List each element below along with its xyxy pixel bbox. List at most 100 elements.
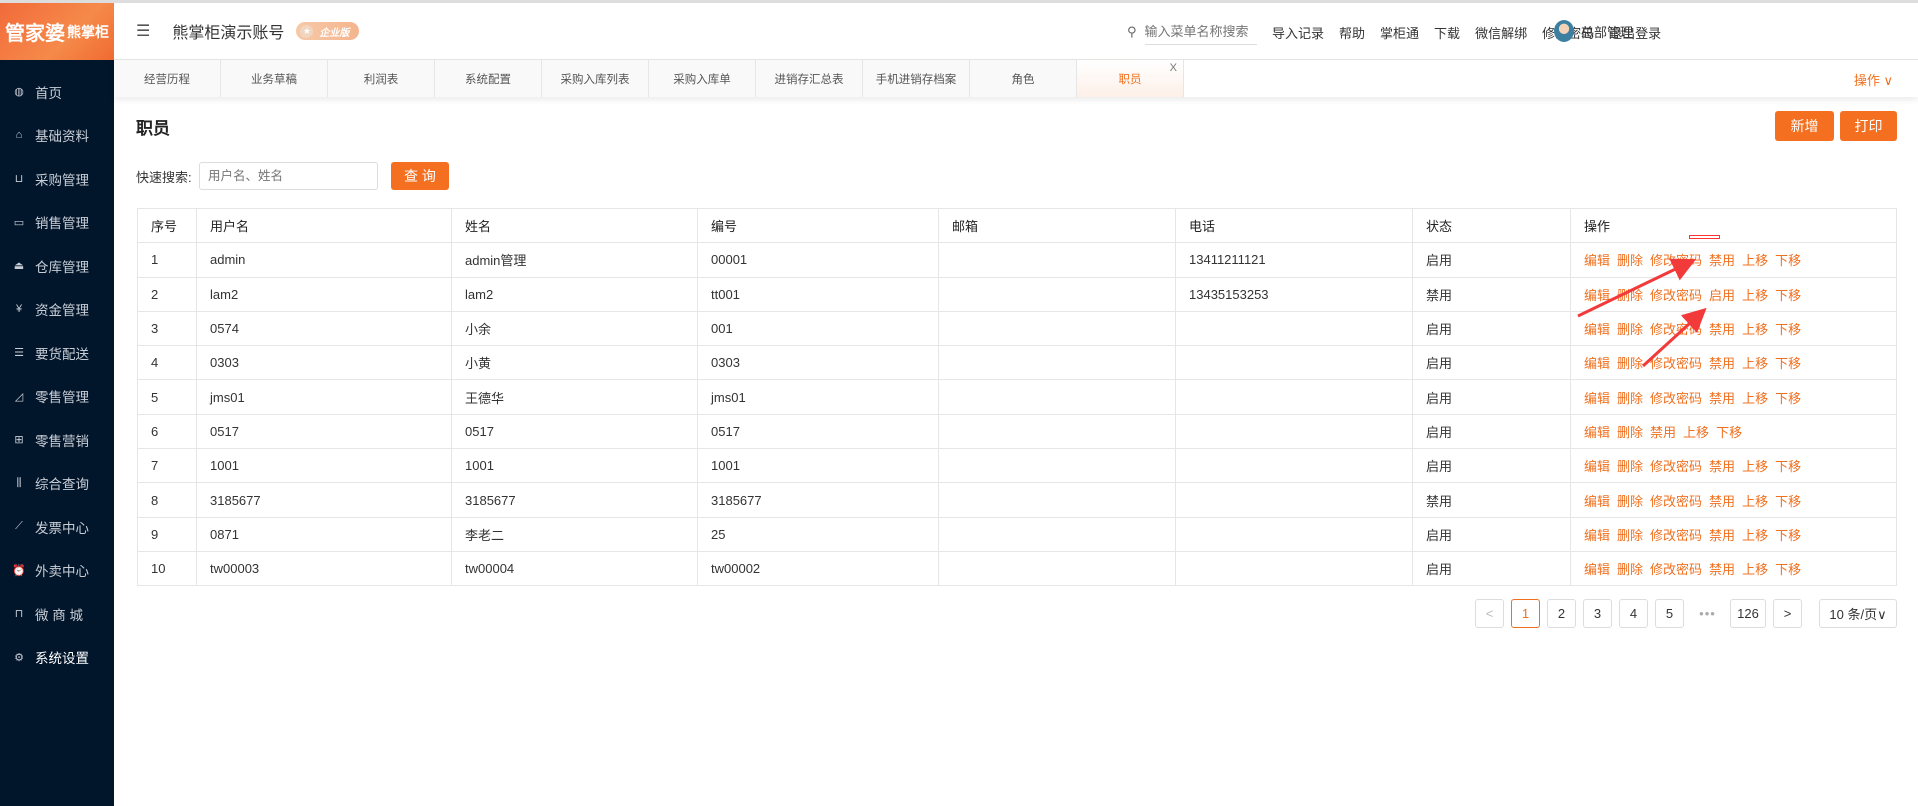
action-link[interactable]: 修改密码 [1650, 356, 1702, 371]
action-link[interactable]: 编辑 [1584, 528, 1610, 543]
action-link[interactable]: 删除 [1617, 356, 1643, 371]
query-button[interactable]: 查 询 [391, 162, 449, 190]
sidebar-item[interactable]: ◍ 首页 [0, 70, 114, 114]
tab[interactable]: 角色 [970, 60, 1077, 97]
action-link[interactable]: 下移 [1775, 391, 1801, 406]
sidebar-item[interactable]: ◿ 零售管理 [0, 375, 114, 419]
action-link[interactable]: 删除 [1617, 288, 1643, 303]
action-link[interactable]: 编辑 [1584, 356, 1610, 371]
action-link[interactable]: 修改密码 [1650, 528, 1702, 543]
sidebar-item[interactable]: ⌂ 基础资料 [0, 114, 114, 158]
header-link[interactable]: 帮助 [1339, 23, 1365, 42]
action-link[interactable]: 下移 [1775, 562, 1801, 577]
action-link[interactable]: 禁用 [1709, 356, 1735, 371]
close-tab-icon[interactable]: X [1170, 62, 1177, 74]
header-link[interactable]: 导入记录 [1272, 23, 1324, 42]
tab[interactable]: 业务草稿 [221, 60, 328, 97]
page-size-select[interactable]: 10 条/页∨ [1819, 599, 1897, 628]
action-link[interactable]: 修改密码 [1650, 391, 1702, 406]
sidebar-item[interactable]: ⏰ 外卖中心 [0, 549, 114, 593]
add-button[interactable]: 新增 [1775, 111, 1834, 141]
action-link[interactable]: 修改密码 [1650, 494, 1702, 509]
action-link[interactable]: 禁用 [1709, 391, 1735, 406]
action-link[interactable]: 上移 [1742, 494, 1768, 509]
action-link[interactable]: 禁用 [1709, 253, 1735, 268]
action-link[interactable]: 上移 [1742, 253, 1768, 268]
action-link[interactable]: 编辑 [1584, 494, 1610, 509]
tab[interactable]: 利润表 [328, 60, 435, 97]
tab[interactable]: 进销存汇总表 [756, 60, 863, 97]
action-link[interactable]: 上移 [1742, 288, 1768, 303]
action-link[interactable]: 下移 [1716, 425, 1742, 440]
action-link[interactable]: 下移 [1775, 322, 1801, 337]
page-button[interactable]: 5 [1655, 599, 1684, 628]
page-button[interactable]: 126 [1730, 599, 1766, 628]
tab[interactable]: 采购入库列表 [542, 60, 649, 97]
sidebar-item[interactable]: ⊞ 零售营销 [0, 418, 114, 462]
action-link[interactable]: 禁用 [1709, 528, 1735, 543]
action-link[interactable]: 删除 [1617, 494, 1643, 509]
prev-page-button[interactable]: < [1475, 599, 1504, 628]
pagination-ellipsis[interactable]: ••• [1691, 606, 1724, 621]
action-link[interactable]: 下移 [1775, 253, 1801, 268]
logo[interactable]: 管家婆 熊掌柜 [0, 3, 114, 60]
action-link[interactable]: 修改密码 [1650, 562, 1702, 577]
action-link[interactable]: 删除 [1617, 528, 1643, 543]
action-link[interactable]: 编辑 [1584, 322, 1610, 337]
action-link[interactable]: 修改密码 [1650, 322, 1702, 337]
quick-search-input[interactable] [199, 162, 378, 190]
action-link[interactable]: 修改密码 [1650, 459, 1702, 474]
action-link[interactable]: 下移 [1775, 494, 1801, 509]
sidebar-item[interactable]: ☰ 要货配送 [0, 331, 114, 375]
action-link[interactable]: 编辑 [1584, 425, 1610, 440]
user-menu[interactable]: 总部管理 [1554, 20, 1633, 42]
action-link[interactable]: 禁用 [1709, 562, 1735, 577]
action-link[interactable]: 删除 [1617, 562, 1643, 577]
sidebar-item[interactable]: ⫼ 综合查询 [0, 462, 114, 506]
tab[interactable]: 经营历程 [114, 60, 221, 97]
action-link[interactable]: 下移 [1775, 528, 1801, 543]
page-button[interactable]: 4 [1619, 599, 1648, 628]
sidebar-item[interactable]: ▭ 销售管理 [0, 201, 114, 245]
action-link[interactable]: 上移 [1742, 562, 1768, 577]
action-link[interactable]: 禁用 [1709, 459, 1735, 474]
page-button[interactable]: 2 [1547, 599, 1576, 628]
action-link[interactable]: 编辑 [1584, 391, 1610, 406]
tab-operations-dropdown[interactable]: 操作 ∨ [1854, 70, 1893, 89]
tab[interactable]: 职员 X [1077, 60, 1184, 97]
action-link[interactable]: 禁用 [1650, 425, 1676, 440]
action-link[interactable]: 上移 [1742, 322, 1768, 337]
sidebar-item[interactable]: ⏏ 仓库管理 [0, 244, 114, 288]
action-link[interactable]: 启用 [1709, 288, 1735, 303]
sidebar-item[interactable]: ⚙ 系统设置 [0, 636, 114, 680]
page-button[interactable]: 3 [1583, 599, 1612, 628]
action-link[interactable]: 上移 [1742, 459, 1768, 474]
header-link[interactable]: 掌柜通 [1380, 23, 1419, 42]
action-link[interactable]: 删除 [1617, 253, 1643, 268]
next-page-button[interactable]: > [1773, 599, 1802, 628]
sidebar-item[interactable]: ⟋ 发票中心 [0, 505, 114, 549]
action-link[interactable]: 删除 [1617, 459, 1643, 474]
action-link[interactable]: 编辑 [1584, 288, 1610, 303]
action-link[interactable]: 下移 [1775, 288, 1801, 303]
action-link[interactable]: 禁用 [1709, 494, 1735, 509]
action-link[interactable]: 上移 [1742, 391, 1768, 406]
menu-toggle-icon[interactable]: ☰ [136, 21, 150, 41]
action-link[interactable]: 删除 [1617, 322, 1643, 337]
action-link[interactable]: 下移 [1775, 356, 1801, 371]
header-link[interactable]: 下载 [1434, 23, 1460, 42]
action-link[interactable]: 编辑 [1584, 562, 1610, 577]
action-link[interactable]: 编辑 [1584, 459, 1610, 474]
menu-search-input[interactable] [1144, 19, 1257, 45]
action-link[interactable]: 上移 [1742, 528, 1768, 543]
tab[interactable]: 采购入库单 [649, 60, 756, 97]
action-link[interactable]: 修改密码 [1650, 288, 1702, 303]
action-link[interactable]: 上移 [1683, 425, 1709, 440]
action-link[interactable]: 下移 [1775, 459, 1801, 474]
action-link[interactable]: 禁用 [1709, 322, 1735, 337]
action-link[interactable]: 删除 [1617, 391, 1643, 406]
action-link[interactable]: 删除 [1617, 425, 1643, 440]
action-link[interactable]: 编辑 [1584, 253, 1610, 268]
sidebar-item[interactable]: ⊔ 采购管理 [0, 157, 114, 201]
action-link[interactable]: 上移 [1742, 356, 1768, 371]
